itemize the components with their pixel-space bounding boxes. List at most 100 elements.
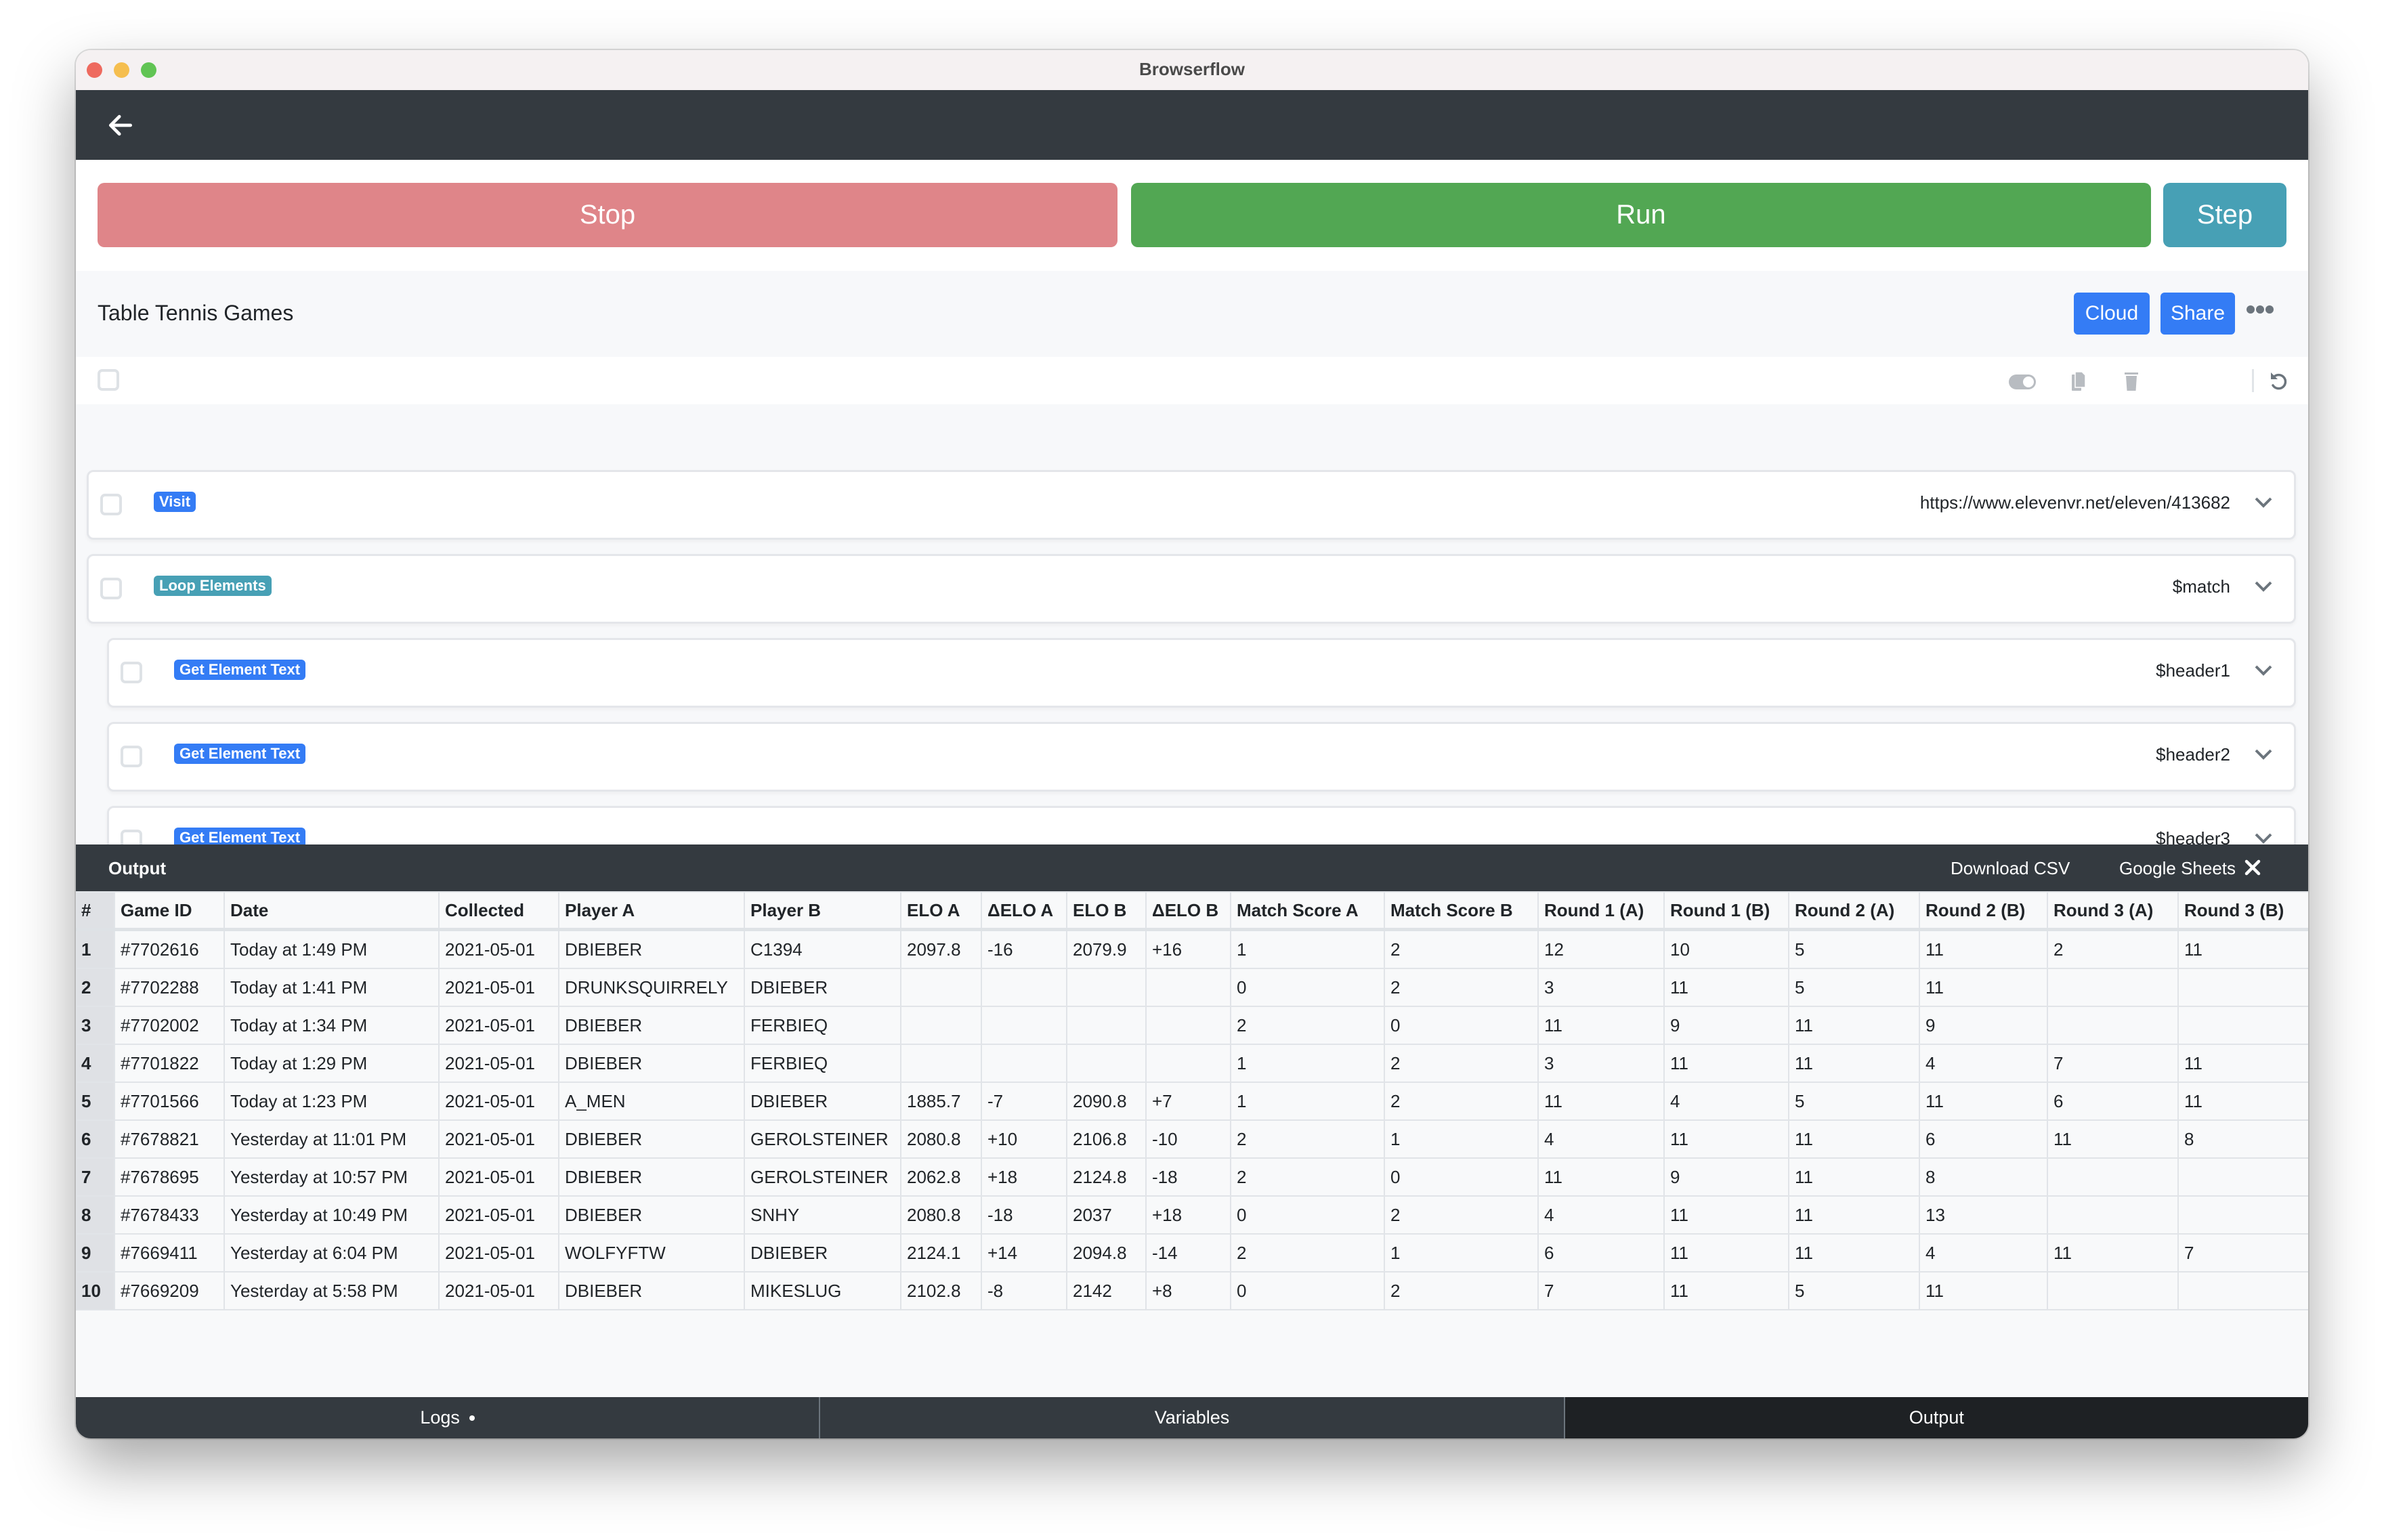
- table-cell: 2: [2047, 928, 2179, 969]
- table-cell: 10: [1663, 928, 1789, 969]
- table-row: 5 #7701566 Today at 1:23 PM 2021-05-01 A_MEN…: [76, 1082, 2308, 1121]
- chevron-down-icon[interactable]: [2253, 831, 2274, 844]
- column-header[interactable]: ΔELO A: [981, 891, 1067, 931]
- step-checkbox[interactable]: [100, 578, 122, 599]
- project-header: Table Tennis Games Cloud Share: [76, 271, 2308, 359]
- table-cell: Yesterday at 10:57 PM: [224, 1157, 440, 1197]
- table-cell: +16: [1145, 928, 1231, 969]
- share-button[interactable]: Share: [2160, 293, 2235, 335]
- column-header[interactable]: Match Score A: [1230, 891, 1385, 931]
- column-header[interactable]: Round 2 (B): [1919, 891, 2048, 931]
- table-cell: -18: [1145, 1157, 1231, 1197]
- column-header[interactable]: Round 1 (B): [1663, 891, 1789, 931]
- column-header[interactable]: Round 2 (A): [1788, 891, 1920, 931]
- column-header[interactable]: ELO B: [1066, 891, 1147, 931]
- stop-button[interactable]: Stop: [98, 183, 1118, 247]
- table-cell: 6: [2047, 1082, 2179, 1121]
- table-cell: [2177, 1271, 2308, 1310]
- table-cell: 2106.8: [1066, 1119, 1147, 1159]
- step-checkbox[interactable]: [121, 830, 142, 844]
- table-cell: 11: [1663, 1195, 1789, 1235]
- chevron-down-icon[interactable]: [2253, 495, 2274, 510]
- table-cell: +8: [1145, 1271, 1231, 1310]
- ellipsis-icon[interactable]: [2247, 305, 2276, 321]
- tab-output[interactable]: Output: [1563, 1397, 2308, 1438]
- table-cell: 11: [1919, 968, 2048, 1007]
- table-cell: [2177, 968, 2308, 1007]
- column-header[interactable]: ΔELO B: [1145, 891, 1231, 931]
- column-header[interactable]: Round 3 (A): [2047, 891, 2179, 931]
- table-cell: DBIEBER: [558, 1271, 745, 1310]
- column-header[interactable]: Round 1 (A): [1537, 891, 1665, 931]
- table-cell: 6: [1537, 1233, 1665, 1272]
- app-header: [76, 90, 2308, 160]
- cloud-button[interactable]: Cloud: [2074, 293, 2150, 335]
- column-header[interactable]: Match Score B: [1384, 891, 1539, 931]
- tab-label: Output: [1909, 1407, 1964, 1428]
- step-checkbox[interactable]: [121, 662, 142, 683]
- table-cell: 2080.8: [900, 1119, 982, 1159]
- column-header[interactable]: Date: [224, 891, 440, 931]
- table-cell: [2177, 1006, 2308, 1045]
- step-checkbox[interactable]: [100, 494, 122, 515]
- title-bar: Browserflow: [76, 50, 2308, 91]
- table-cell: Today at 1:29 PM: [224, 1044, 440, 1083]
- table-cell: [2047, 968, 2179, 1007]
- step-button[interactable]: Step: [2163, 183, 2286, 247]
- trash-icon[interactable]: [2116, 369, 2146, 393]
- close-icon[interactable]: [2243, 858, 2262, 877]
- column-header[interactable]: Player B: [744, 891, 901, 931]
- table-cell: WOLFYFTW: [558, 1233, 745, 1272]
- table-cell: 9: [1663, 1157, 1789, 1197]
- google-sheets-link[interactable]: Google Sheets: [2119, 858, 2236, 879]
- column-header[interactable]: ELO A: [900, 891, 982, 931]
- app-window: Browserflow Stop Run Step Table Tennis G…: [76, 50, 2308, 1438]
- download-csv-link[interactable]: Download CSV: [1951, 858, 2070, 879]
- table-cell: [1066, 1006, 1147, 1045]
- chevron-down-icon[interactable]: [2253, 747, 2274, 762]
- step-card-get-element-text[interactable]: Get Element Text $header3: [107, 806, 2296, 844]
- step-card-visit[interactable]: Visit https://www.elevenvr.net/eleven/41…: [87, 470, 2296, 540]
- column-header[interactable]: Collected: [438, 891, 559, 931]
- tab-variables[interactable]: Variables: [819, 1397, 1563, 1438]
- window-title: Browserflow: [1138, 59, 1246, 79]
- table-cell: #7669411: [114, 1233, 225, 1272]
- table-cell: 2124.1: [900, 1233, 982, 1272]
- column-header[interactable]: #: [76, 891, 115, 931]
- table-cell: 8: [2177, 1119, 2308, 1159]
- undo-icon[interactable]: [2264, 369, 2294, 393]
- step-value: $header3: [2156, 828, 2230, 844]
- copy-icon[interactable]: [2064, 369, 2093, 393]
- table-cell: [2047, 1157, 2179, 1197]
- table-cell: 2021-05-01: [438, 1271, 559, 1310]
- chevron-down-icon[interactable]: [2253, 663, 2274, 678]
- table-cell: [981, 1006, 1067, 1045]
- table-cell: 4: [1919, 1044, 2048, 1083]
- table-cell: 2062.8: [900, 1157, 982, 1197]
- table-cell: #7678695: [114, 1157, 225, 1197]
- bottom-tab-bar: Logs Variables Output: [76, 1397, 2308, 1438]
- column-header[interactable]: Round 3 (B): [2177, 891, 2308, 931]
- table-row: 6 #7678821 Yesterday at 11:01 PM 2021-05-01…: [76, 1119, 2308, 1159]
- table-cell: -7: [981, 1082, 1067, 1121]
- step-value: $header1: [2156, 660, 2230, 681]
- table-cell: 2142: [1066, 1271, 1147, 1310]
- table-cell: 11: [1663, 968, 1789, 1007]
- column-header[interactable]: Game ID: [114, 891, 225, 931]
- tab-logs[interactable]: Logs: [76, 1397, 819, 1438]
- step-checkbox[interactable]: [121, 746, 142, 767]
- step-card-loop-elements[interactable]: Loop Elements $match: [87, 554, 2296, 624]
- step-card-get-element-text[interactable]: Get Element Text $header2: [107, 722, 2296, 792]
- run-button[interactable]: Run: [1131, 183, 2151, 247]
- step-card-get-element-text[interactable]: Get Element Text $header1: [107, 638, 2296, 708]
- toggle-icon[interactable]: [2007, 369, 2037, 393]
- table-header-row: # Game ID Date Collected Player A Player B ELO…: [76, 891, 2308, 931]
- table-cell: 2: [1230, 1006, 1385, 1045]
- chevron-down-icon[interactable]: [2253, 579, 2274, 594]
- column-header[interactable]: Player A: [558, 891, 745, 931]
- output-panel: Output Download CSV Google Sheets # Game …: [76, 844, 2308, 1397]
- select-all-checkbox[interactable]: [98, 369, 119, 391]
- table-cell: +10: [981, 1119, 1067, 1159]
- table-cell: 2124.8: [1066, 1157, 1147, 1197]
- arrow-left-icon[interactable]: [106, 110, 135, 140]
